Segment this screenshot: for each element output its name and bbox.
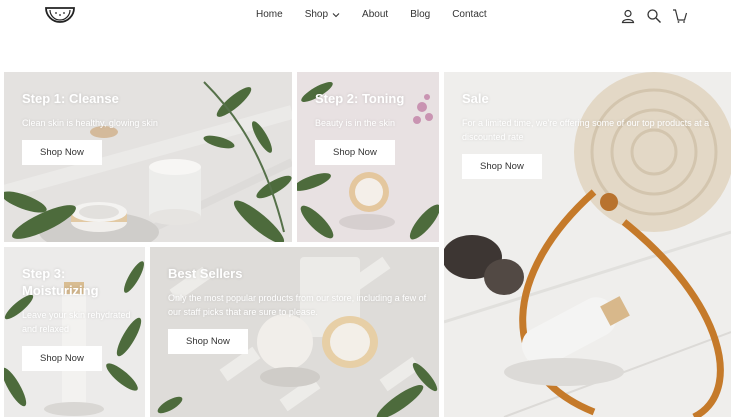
tile-toning-text: Beauty is in the skin (315, 118, 396, 128)
tile-best-sellers-content: Best Sellers Only the most popular produ… (168, 265, 429, 354)
nav-home-label: Home (256, 9, 283, 20)
nav-shop[interactable]: Shop (305, 9, 340, 20)
nav-about-label: About (362, 9, 389, 20)
nav-about[interactable]: About (362, 9, 388, 20)
header-icons (620, 8, 688, 24)
account-icon[interactable] (620, 8, 636, 24)
tile-sale-title: Sale (462, 91, 489, 106)
shop-now-button[interactable]: Shop Now (22, 346, 102, 371)
nav-home[interactable]: Home (256, 9, 283, 20)
tile-moisturizing[interactable]: Step 3: Moisturizing Leave your skin reh… (4, 247, 145, 417)
shop-now-button[interactable]: Shop Now (315, 140, 395, 165)
tile-toning[interactable]: Step 2: Toning Beauty is in the skin Sho… (297, 72, 439, 242)
tile-sale[interactable]: Sale For a limited time, we're offering … (444, 72, 731, 417)
tile-toning-content: Step 2: Toning Beauty is in the skin Sho… (315, 90, 429, 165)
tile-sale-content: Sale For a limited time, we're offering … (462, 90, 721, 179)
tile-best-sellers-text: Only the most popular products from our … (168, 293, 427, 317)
nav-shop-label: Shop (304, 9, 329, 20)
nav-blog[interactable]: Blog (410, 9, 430, 20)
tile-sale-text: For a limited time, we're offering some … (462, 118, 710, 142)
tile-best-sellers[interactable]: Best Sellers Only the most popular produ… (150, 247, 439, 417)
tile-moisturizing-text: Leave your skin rehydrated and relaxed (22, 310, 131, 334)
tile-cleanse-text: Clean skin is healthy, glowing skin (22, 118, 158, 128)
nav-blog-label: Blog (410, 9, 431, 20)
site-header: Home Shop About Blog Contact (0, 0, 735, 36)
nav-contact-label: Contact (452, 9, 487, 20)
chevron-down-icon (332, 12, 340, 17)
nav-contact[interactable]: Contact (452, 9, 486, 20)
cart-icon[interactable] (672, 8, 688, 24)
tile-cleanse-content: Step 1: Cleanse Clean skin is healthy, g… (22, 90, 282, 165)
watermelon-logo[interactable] (44, 3, 76, 25)
tile-toning-title: Step 2: Toning (315, 91, 405, 106)
tile-moisturizing-content: Step 3: Moisturizing Leave your skin reh… (22, 265, 135, 371)
main-nav: Home Shop About Blog Contact (256, 9, 487, 20)
search-icon[interactable] (646, 8, 662, 24)
shop-now-button[interactable]: Shop Now (168, 329, 248, 354)
shop-now-button[interactable]: Shop Now (462, 154, 542, 179)
tile-cleanse[interactable]: Step 1: Cleanse Clean skin is healthy, g… (4, 72, 292, 242)
shop-now-button[interactable]: Shop Now (22, 140, 102, 165)
tile-best-sellers-title: Best Sellers (168, 266, 243, 281)
tile-moisturizing-title: Step 3: Moisturizing (22, 266, 99, 298)
tile-cleanse-title: Step 1: Cleanse (22, 91, 119, 106)
